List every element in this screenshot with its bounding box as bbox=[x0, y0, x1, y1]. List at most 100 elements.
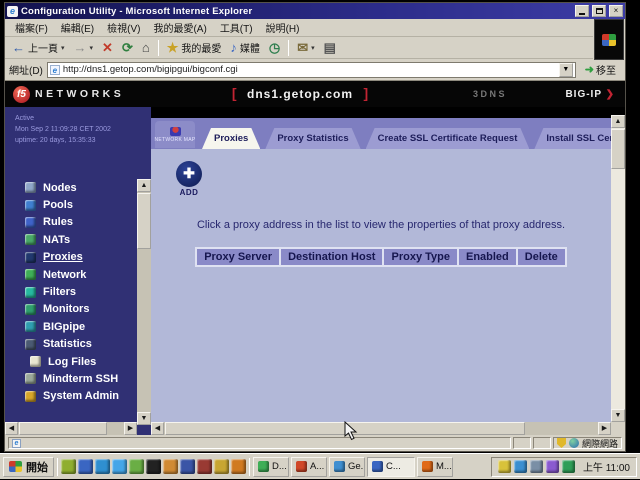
content-horizontal-scrollbar[interactable]: ◀ ▶ bbox=[151, 422, 611, 435]
quick-launch-icon-5[interactable] bbox=[129, 459, 144, 474]
home-button[interactable]: ⌂ bbox=[138, 38, 154, 57]
go-button[interactable]: ➜ 移至 bbox=[580, 61, 621, 79]
task-button-1[interactable]: D... bbox=[253, 457, 289, 477]
scroll-down-button[interactable]: ▼ bbox=[137, 412, 151, 425]
print-button[interactable]: ▤ bbox=[320, 38, 340, 57]
close-button[interactable]: × bbox=[609, 5, 623, 17]
scroll-thumb[interactable] bbox=[611, 129, 625, 169]
status-message-pane: e bbox=[8, 437, 511, 449]
print-icon: ▤ bbox=[324, 41, 336, 55]
scroll-up-button[interactable]: ▲ bbox=[137, 179, 151, 192]
tray-icons bbox=[498, 460, 575, 473]
sidebar-item-nats[interactable]: NATs bbox=[25, 231, 135, 248]
tab-proxies[interactable]: Proxies bbox=[202, 128, 260, 149]
hostname: dns1.getop.com bbox=[241, 87, 359, 101]
sidebar-item-mindterm-ssh[interactable]: Mindterm SSH bbox=[25, 370, 135, 387]
scroll-right-button[interactable]: ▶ bbox=[124, 422, 137, 435]
sidebar-item-monitors[interactable]: Monitors bbox=[25, 301, 135, 318]
sidebar-item-proxies[interactable]: Proxies bbox=[25, 249, 135, 266]
quick-launch-icon-11[interactable] bbox=[231, 459, 246, 474]
menu-item-tools[interactable]: 工具(T) bbox=[214, 18, 259, 37]
media-button[interactable]: ♪媒體 bbox=[226, 38, 264, 57]
menu-item-edit[interactable]: 編輯(E) bbox=[55, 18, 100, 37]
display-icon[interactable] bbox=[530, 460, 543, 473]
sidebar-item-system-admin[interactable]: System Admin bbox=[25, 388, 135, 405]
network-map-icon bbox=[170, 127, 181, 136]
scroll-right-button[interactable]: ▶ bbox=[598, 422, 611, 435]
scheduler-icon[interactable] bbox=[546, 460, 559, 473]
sidebar-item-rules[interactable]: Rules bbox=[25, 214, 135, 231]
scroll-left-button[interactable]: ◀ bbox=[151, 422, 164, 435]
network-map-button[interactable]: NETWORK MAP bbox=[155, 121, 195, 148]
scroll-down-button[interactable]: ▼ bbox=[611, 409, 625, 422]
system-status: Active Mon Sep 2 11:09:28 CET 2002 uptim… bbox=[15, 114, 151, 147]
scroll-up-button[interactable]: ▲ bbox=[611, 115, 625, 128]
tab-create-ssl-certificate-request[interactable]: Create SSL Certificate Request bbox=[366, 128, 530, 149]
sidebar-horizontal-scrollbar[interactable]: ◀ ▶ bbox=[5, 422, 137, 435]
sidebar-item-filters[interactable]: Filters bbox=[25, 283, 135, 300]
scroll-thumb[interactable] bbox=[19, 422, 107, 435]
task-icon bbox=[334, 461, 345, 472]
restore-button[interactable] bbox=[592, 5, 606, 17]
task-button-5[interactable]: M... bbox=[417, 457, 453, 477]
quick-launch-icon-7[interactable] bbox=[163, 459, 178, 474]
quick-launch-icon-8[interactable] bbox=[180, 459, 195, 474]
add-proxy-button[interactable]: ✚ ADD bbox=[165, 161, 213, 197]
task-button-2[interactable]: A... bbox=[291, 457, 327, 477]
quick-launch-icon-9[interactable] bbox=[197, 459, 212, 474]
sidebar-item-network[interactable]: Network bbox=[25, 266, 135, 283]
column-header-enabled[interactable]: Enabled bbox=[459, 249, 516, 265]
favorites-button[interactable]: ★我的最愛 bbox=[163, 38, 226, 57]
quick-launch-icon-1[interactable] bbox=[61, 459, 76, 474]
history-icon: ◷ bbox=[269, 41, 280, 55]
forward-button[interactable]: →▾ bbox=[70, 38, 98, 57]
filters-icon bbox=[25, 287, 36, 298]
quick-launch-icon-2[interactable] bbox=[78, 459, 93, 474]
back-button[interactable]: ←上一頁▾ bbox=[8, 38, 69, 57]
column-header-destination-host[interactable]: Destination Host bbox=[281, 249, 382, 265]
quick-launch-icon-6[interactable] bbox=[146, 459, 161, 474]
menu-item-favorites[interactable]: 我的最愛(A) bbox=[147, 18, 212, 37]
stop-button[interactable]: ✕ bbox=[98, 38, 117, 57]
title-bar: e Configuration Utility - Microsoft Inte… bbox=[5, 3, 625, 19]
tab-proxy-statistics[interactable]: Proxy Statistics bbox=[265, 128, 360, 149]
sidebar-item-nodes[interactable]: Nodes bbox=[25, 179, 135, 196]
task-button-3[interactable]: Ge... bbox=[329, 457, 365, 477]
volume-icon[interactable] bbox=[498, 460, 511, 473]
refresh-button[interactable]: ⟳ bbox=[118, 38, 137, 57]
sidebar-item-log-files[interactable]: Log Files bbox=[25, 353, 135, 370]
menu-item-help[interactable]: 說明(H) bbox=[260, 18, 306, 37]
sidebar-item-pools[interactable]: Pools bbox=[25, 196, 135, 213]
address-input[interactable]: e http://dns1.getop.com/bigipgui/bigconf… bbox=[47, 62, 576, 78]
column-header-proxy-type[interactable]: Proxy Type bbox=[384, 249, 457, 265]
column-header-proxy-server[interactable]: Proxy Server bbox=[197, 249, 279, 265]
start-button[interactable]: 開始 bbox=[3, 457, 54, 477]
quick-launch-icon-4[interactable] bbox=[112, 459, 127, 474]
task-label: M... bbox=[436, 461, 452, 472]
quick-launch-icon-10[interactable] bbox=[214, 459, 229, 474]
sidebar-item-label: Log Files bbox=[48, 356, 96, 368]
sidebar-item-label: Statistics bbox=[43, 338, 92, 350]
menu-item-file[interactable]: 檔案(F) bbox=[9, 18, 54, 37]
content-vertical-scrollbar[interactable]: ▲ ▼ bbox=[611, 115, 625, 422]
menu-item-view[interactable]: 檢視(V) bbox=[101, 18, 146, 37]
minimize-button[interactable] bbox=[575, 5, 589, 17]
address-label: 網址(D) bbox=[9, 62, 43, 77]
tab-install-ssl-certificate[interactable]: Install SSL Certif bbox=[534, 128, 611, 149]
network-status-icon[interactable] bbox=[514, 460, 527, 473]
sidebar-item-bigpipe[interactable]: BIGpipe bbox=[25, 318, 135, 335]
menu-bar: 檔案(F)編輯(E)檢視(V)我的最愛(A)工具(T)說明(H) bbox=[5, 19, 593, 37]
status-uptime: uptime: 20 days, 15:35:33 bbox=[15, 136, 151, 147]
sidebar-item-statistics[interactable]: Statistics bbox=[25, 336, 135, 353]
task-button-4[interactable]: C... bbox=[367, 457, 415, 477]
address-dropdown-button[interactable]: ▼ bbox=[559, 63, 573, 77]
bigpipe-icon bbox=[25, 321, 36, 332]
scroll-thumb[interactable] bbox=[137, 193, 151, 249]
column-header-delete[interactable]: Delete bbox=[518, 249, 565, 265]
antivirus-icon[interactable] bbox=[562, 460, 575, 473]
scroll-left-button[interactable]: ◀ bbox=[5, 422, 18, 435]
history-button[interactable]: ◷ bbox=[265, 38, 284, 57]
quick-launch-icon-3[interactable] bbox=[95, 459, 110, 474]
sidebar-vertical-scrollbar[interactable]: ▲ ▼ bbox=[137, 179, 151, 425]
mail-button[interactable]: ✉▾ bbox=[293, 38, 318, 57]
